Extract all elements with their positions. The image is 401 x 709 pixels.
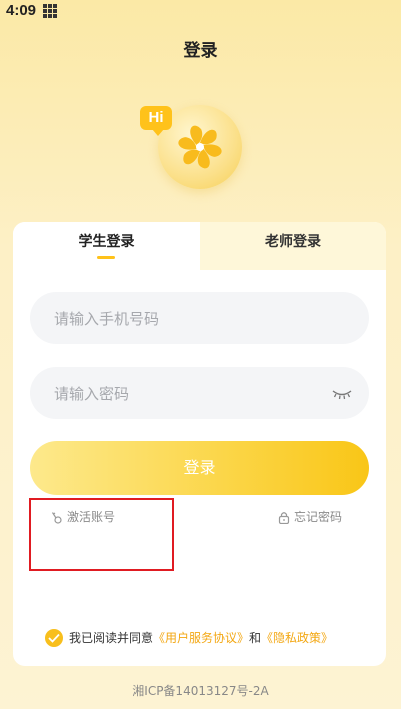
agreement-and: 和 [249, 631, 262, 645]
eye-closed-icon[interactable] [331, 385, 353, 401]
user-agreement-link[interactable]: 《用户服务协议》 [153, 631, 249, 645]
login-button[interactable]: 登录 [30, 441, 369, 495]
active-tab-indicator [97, 256, 115, 259]
login-tabs: 学生登录 老师登录 [13, 222, 386, 270]
check-icon [48, 633, 60, 643]
privacy-policy-link[interactable]: 《隐私政策》 [261, 631, 333, 645]
password-field [30, 367, 369, 421]
grid-icon [43, 4, 57, 18]
login-card: 学生登录 老师登录 登录 激活账号 忘记密码 [13, 222, 386, 666]
highlight-box [29, 498, 174, 571]
forgot-password-link[interactable]: 忘记密码 [278, 508, 342, 526]
page-title: 登录 [183, 41, 218, 61]
hi-badge: Hi [140, 106, 172, 136]
phone-field [30, 292, 369, 346]
lock-icon [278, 512, 290, 525]
pinwheel-icon [178, 125, 222, 169]
phone-input[interactable] [52, 292, 326, 346]
tab-student-login[interactable]: 学生登录 [13, 222, 200, 270]
icp-footer: 湘ICP备14013127号-2A [132, 684, 269, 698]
forgot-password-label: 忘记密码 [294, 510, 343, 524]
app-logo: Hi [140, 100, 250, 200]
status-bar: 4:09 [0, 0, 401, 22]
tab-teacher-login[interactable]: 老师登录 [200, 222, 386, 270]
tab-teacher-label: 老师登录 [265, 234, 321, 250]
agreement-text: 我已阅读并同意《用户服务协议》和《隐私政策》 [69, 628, 333, 648]
agreement-checkbox[interactable] [45, 629, 63, 647]
status-time: 4:09 [6, 2, 37, 19]
tab-student-label: 学生登录 [78, 234, 135, 250]
agreement-prefix: 我已阅读并同意 [69, 631, 154, 645]
password-input[interactable] [52, 367, 326, 421]
